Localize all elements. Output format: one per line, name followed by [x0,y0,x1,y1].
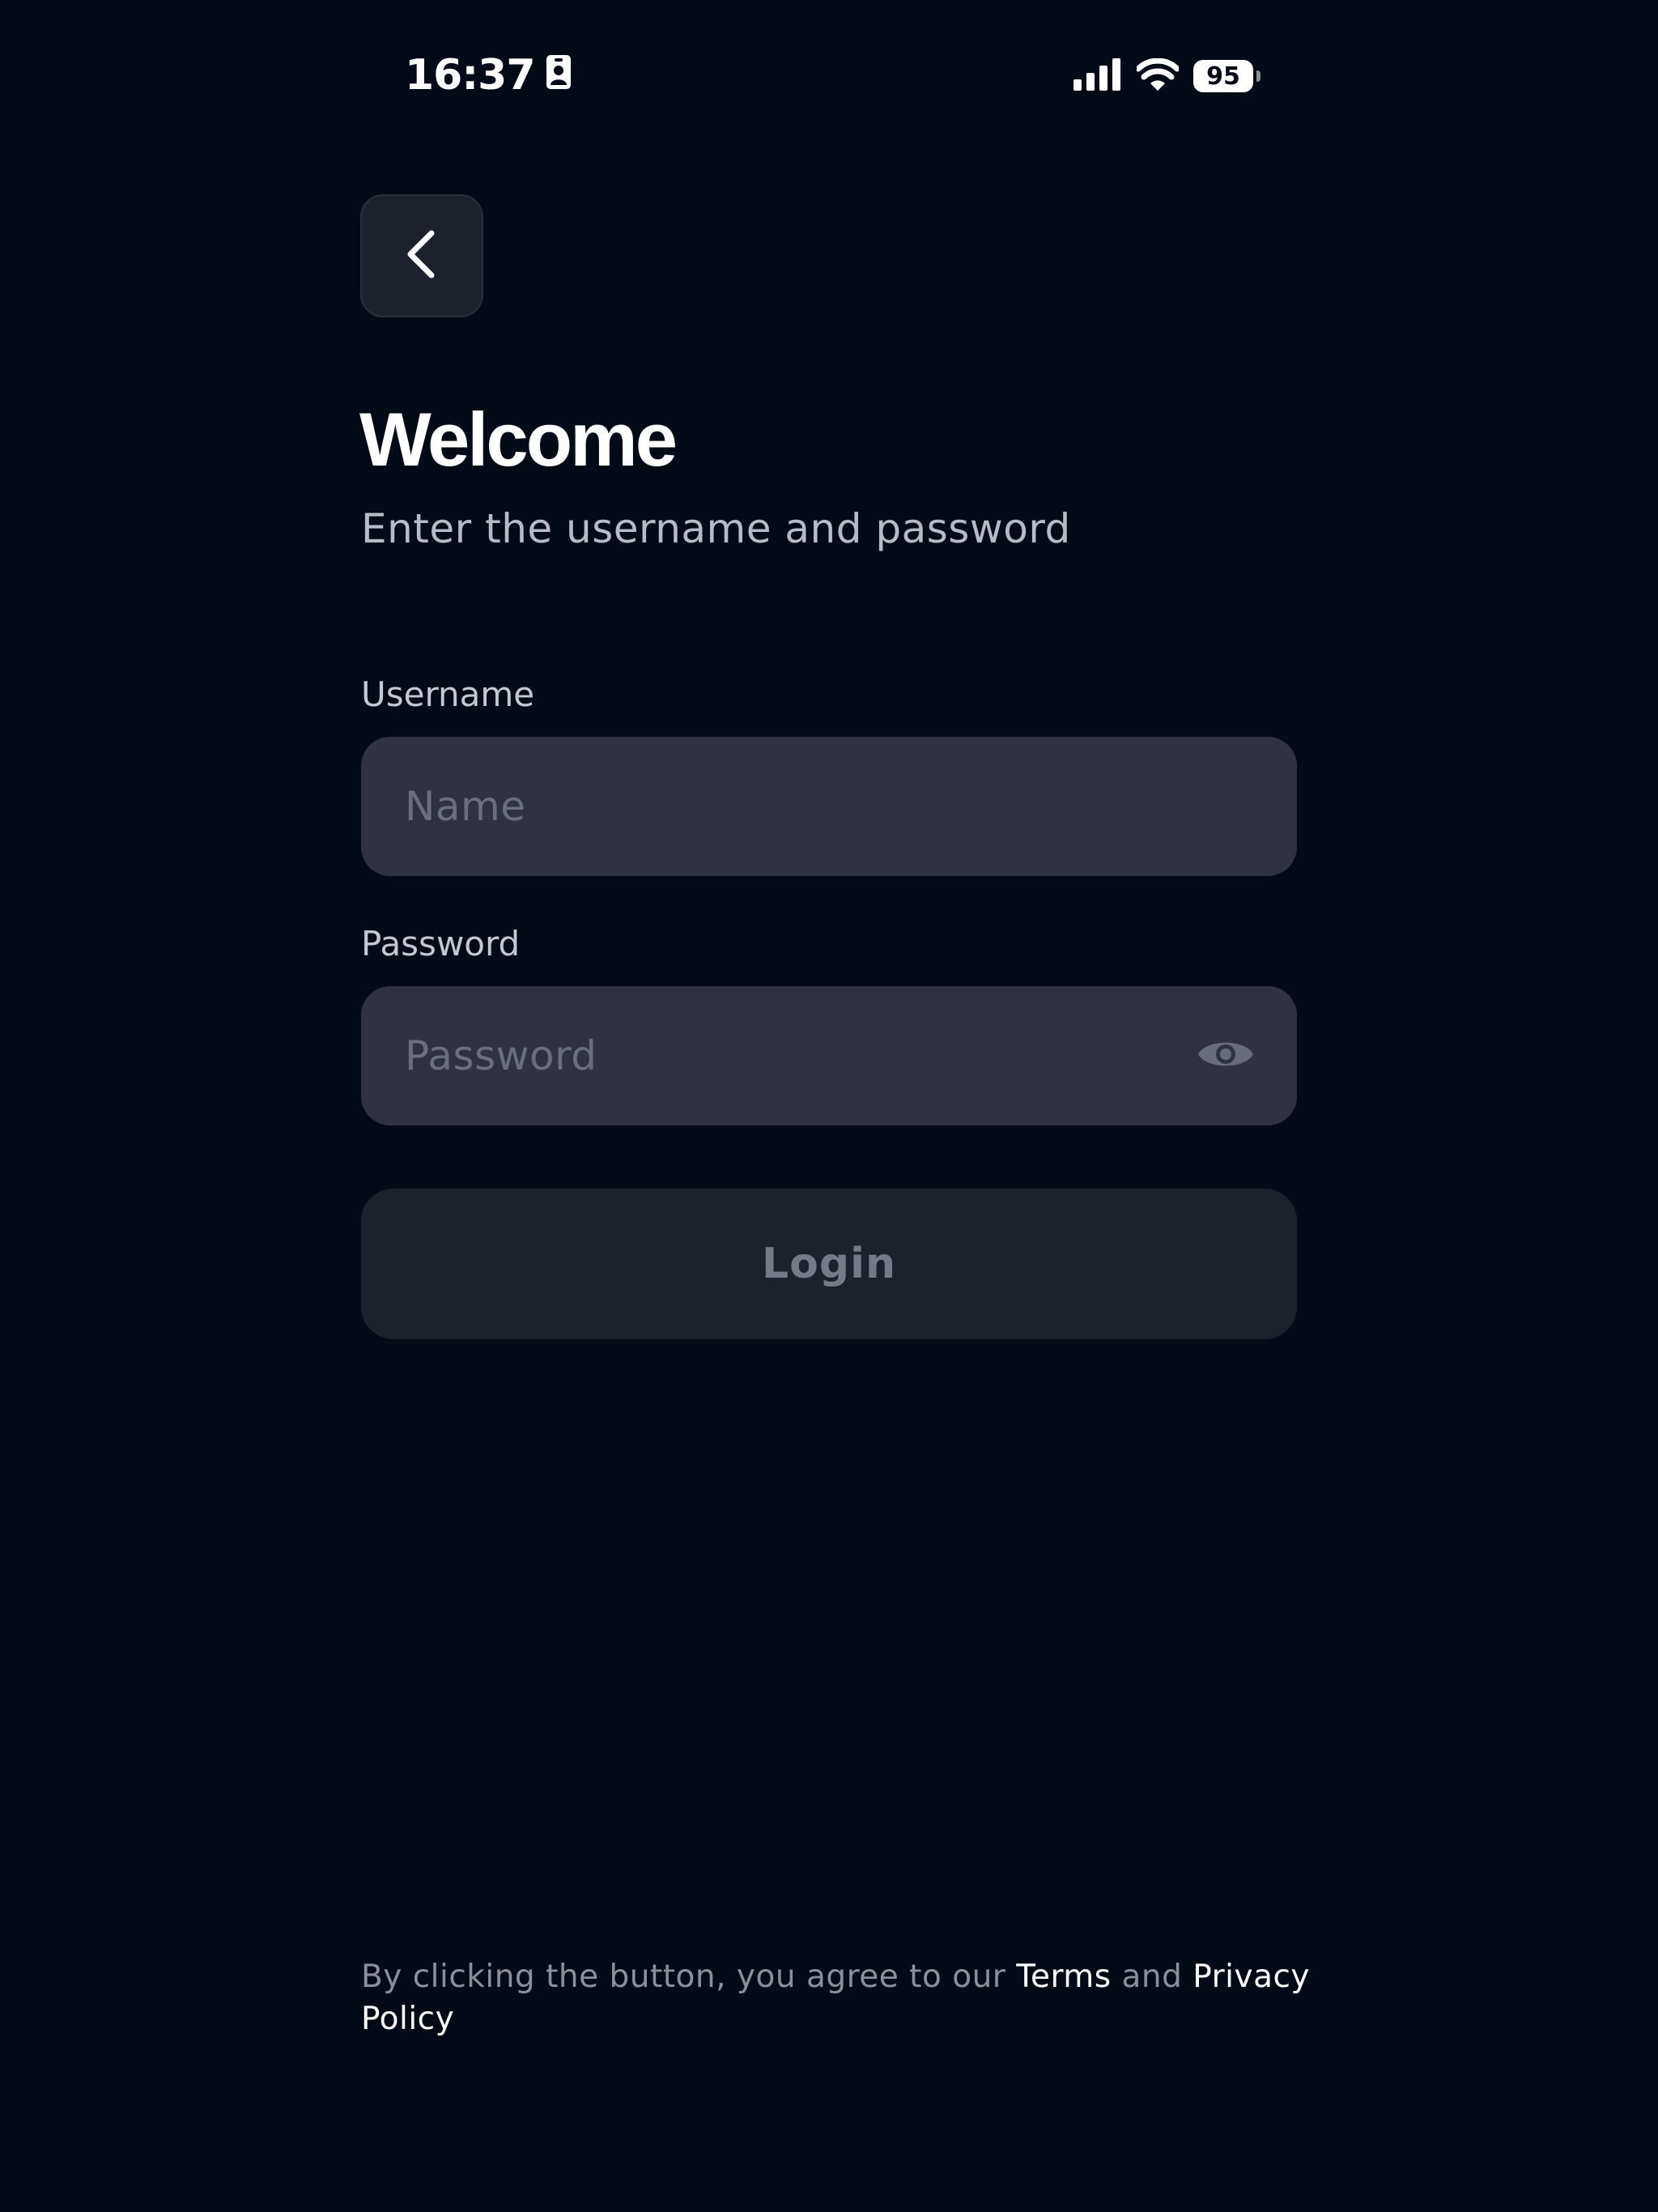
password-input[interactable] [403,1032,1197,1080]
legal-notice: By clicking the button, you agree to our… [361,1956,1316,2040]
battery-level-text: 95 [1206,62,1240,91]
username-field-container [361,737,1297,876]
username-input[interactable] [403,782,1255,831]
password-label: Password [361,924,521,963]
password-field-container [361,986,1297,1125]
sim-card-icon [546,51,571,100]
status-bar-indicators: 95 [1073,53,1261,99]
page-subtitle: Enter the username and password [361,505,1071,552]
eye-icon [1197,1034,1255,1078]
page-title: Welcome [359,397,678,482]
legal-prefix: By clicking the button, you agree to our [361,1959,1017,1995]
chevron-left-icon [404,228,440,283]
wifi-icon [1135,57,1180,94]
login-button[interactable]: Login [361,1189,1297,1339]
back-button[interactable] [360,194,483,317]
clock-text: 16:37 [405,51,536,100]
terms-link[interactable]: Terms [1016,1959,1111,1995]
battery-icon: 95 [1193,60,1261,92]
legal-conjunction: and [1111,1959,1193,1995]
status-bar-time: 16:37 [405,49,571,102]
show-password-toggle[interactable] [1197,1036,1255,1076]
cellular-signal-icon [1073,58,1122,94]
username-label: Username [361,674,535,714]
